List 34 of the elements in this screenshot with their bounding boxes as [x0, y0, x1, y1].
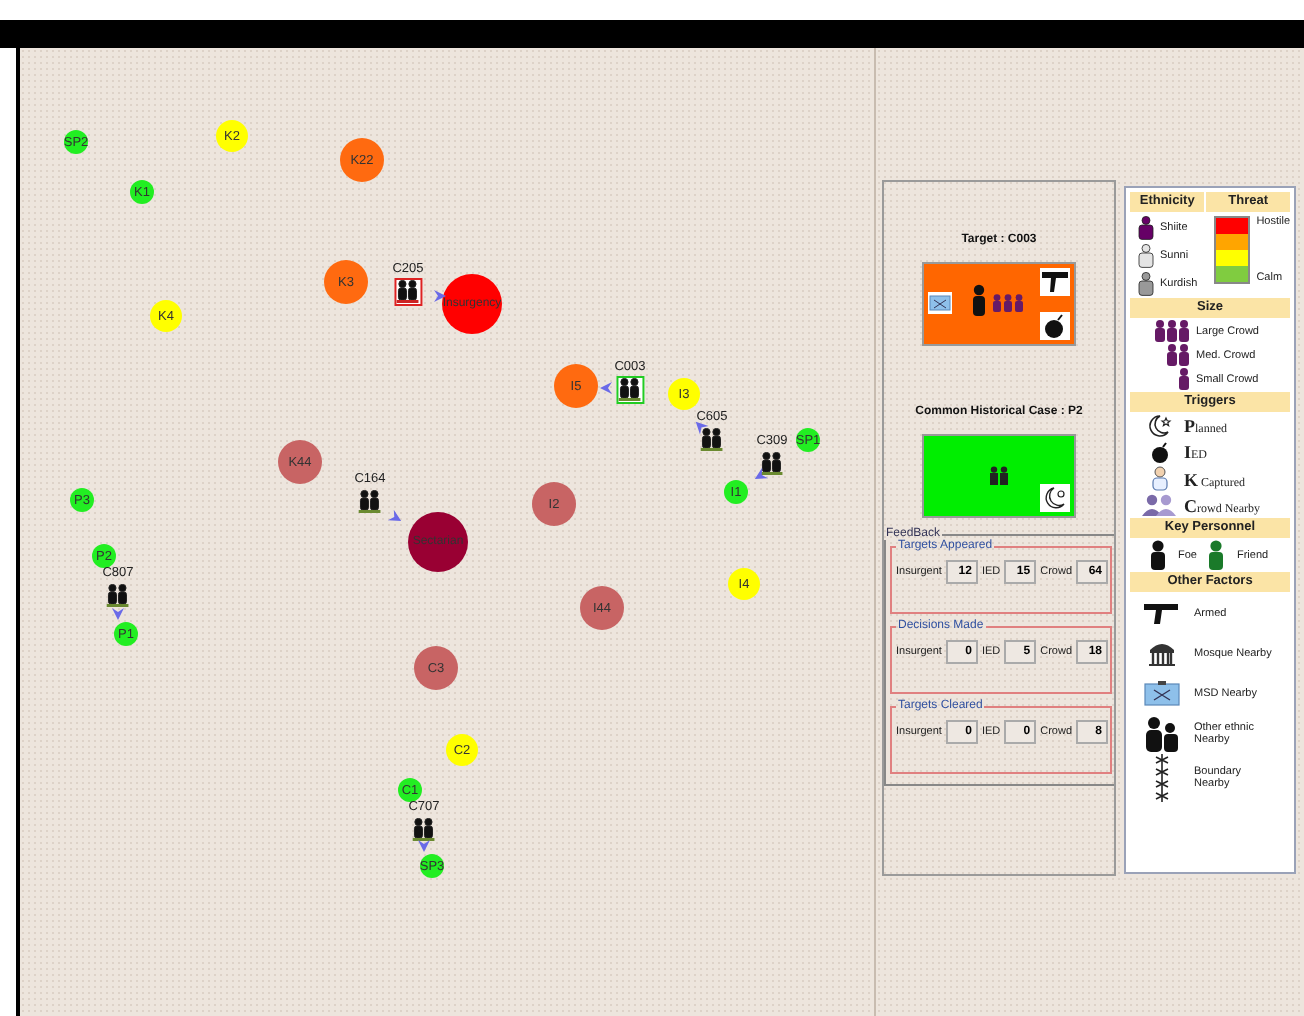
legend-label: IED [1184, 442, 1208, 462]
legend-label: Crowd Nearby [1184, 495, 1260, 515]
captive-figure-icon [1147, 466, 1173, 492]
bomb-icon [1040, 312, 1070, 340]
direction-arrow [416, 838, 432, 854]
gun-icon [1040, 268, 1070, 296]
two-people-icon [990, 466, 1008, 486]
crowd-icon[interactable] [410, 816, 438, 844]
legend-label: K Captured [1184, 469, 1246, 489]
crowd-icon[interactable] [616, 376, 644, 404]
two-people-icon [1144, 715, 1180, 751]
crowd-icon[interactable] [104, 582, 132, 610]
crowd-icon [992, 294, 1024, 312]
crescent-star-icon [1146, 414, 1174, 438]
crescent-star-icon [1040, 484, 1070, 512]
crowd-icon[interactable] [698, 426, 726, 454]
direction-arrow [432, 288, 448, 304]
bomb-icon [1148, 440, 1172, 464]
threat-scale [1214, 216, 1251, 284]
direction-arrow [110, 606, 126, 622]
envelope-sign-icon [928, 292, 952, 314]
person-icon [972, 284, 986, 316]
crowd-icon[interactable] [394, 278, 422, 306]
envelope-sign-icon [1144, 680, 1180, 706]
crowd-icon[interactable] [356, 488, 384, 516]
crowd-icon [1142, 494, 1178, 516]
columned-building-icon [1148, 640, 1176, 666]
fence-post-icon [1152, 754, 1172, 802]
crowd-icon[interactable] [758, 450, 786, 478]
direction-arrow [598, 380, 614, 396]
legend-label: Planned [1184, 416, 1227, 436]
person-icon [1208, 540, 1225, 570]
gun-icon [1144, 601, 1180, 625]
person-icon [1150, 540, 1166, 570]
